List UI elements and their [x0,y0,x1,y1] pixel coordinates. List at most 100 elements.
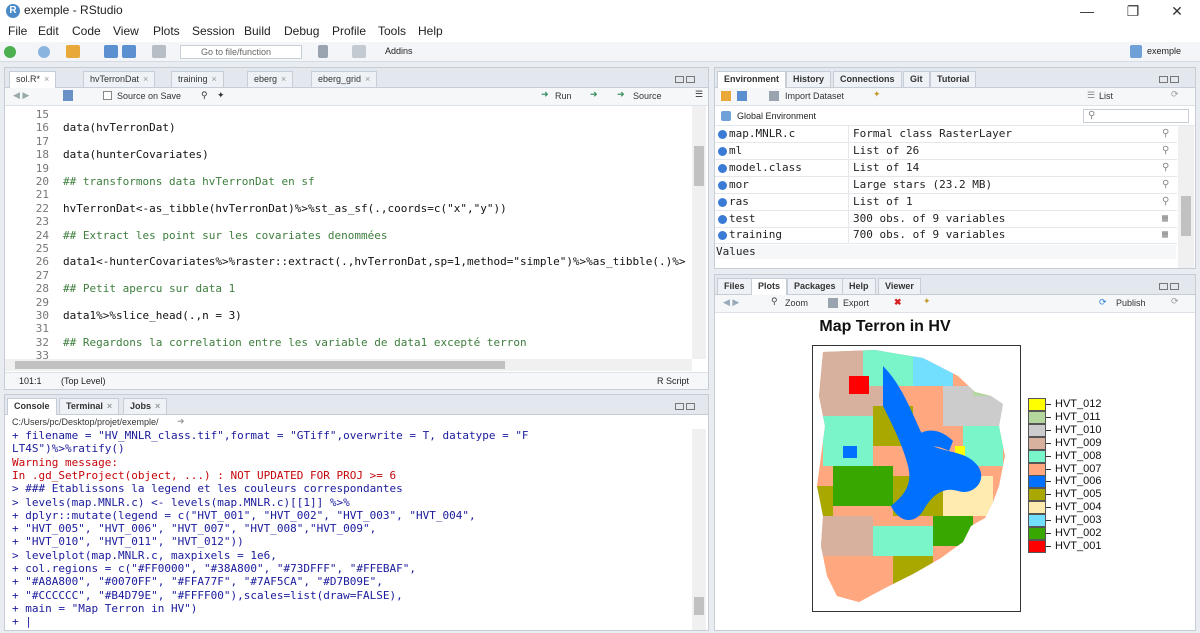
expand-icon[interactable] [718,214,727,224]
search-icon[interactable]: ⚲ [201,90,208,101]
import-dataset-button[interactable]: Import Dataset [785,91,844,101]
print-icon[interactable] [152,45,166,58]
tab-training[interactable]: training × [171,71,224,87]
tab-terminal[interactable]: Terminal × [59,398,120,414]
expand-icon[interactable] [718,130,727,139]
load-workspace-icon[interactable] [721,91,731,101]
tab-files[interactable]: Files [717,278,752,294]
tab-sol-r[interactable]: sol.R* × [9,71,57,88]
close-tab-icon[interactable]: × [107,401,112,411]
list-view-menu[interactable]: List [1099,91,1113,101]
console-path[interactable]: C:/Users/pc/Desktop/projet/exemple/ [12,417,159,427]
new-file-icon[interactable] [4,46,16,58]
code-editor[interactable]: 15 16 data(hvTerronDat) 17 18 data(hunterCova… [5,106,692,359]
tab-tutorial[interactable]: Tutorial [930,71,977,87]
source-on-save-checkbox[interactable] [103,91,112,100]
tab-packages[interactable]: Packages [787,278,843,294]
environment-row[interactable]: ml List of 26 ⚲ [715,142,1177,160]
menu-build[interactable]: Build [244,24,271,38]
save-icon[interactable] [104,45,118,58]
expand-icon[interactable] [718,180,727,190]
inspect-icon[interactable]: ⚲ [1162,179,1172,190]
environment-row[interactable]: mor Large stars (23.2 MB) ⚲ [715,176,1177,194]
environment-row[interactable]: model.class List of 14 ⚲ [715,159,1177,177]
editor-vscrollbar[interactable] [692,106,706,359]
scope-indicator[interactable]: (Top Level) [61,376,106,386]
tab-plots[interactable]: Plots [751,278,788,295]
environment-minmax[interactable] [1159,74,1181,84]
console-output[interactable]: + filename = "HV_MNLR_class.tif",format … [5,429,692,630]
outline-icon[interactable]: ☰ [695,89,703,100]
environment-search-input[interactable]: ⚲ [1083,109,1189,123]
environment-vscrollbar[interactable] [1178,126,1194,268]
inspect-icon[interactable]: ⚲ [1162,196,1172,207]
vcs-icon[interactable] [318,45,328,58]
tab-environment[interactable]: Environment [717,71,787,88]
menu-debug[interactable]: Debug [284,24,319,38]
addins-menu[interactable]: Addins [385,46,413,56]
editor-hscrollbar[interactable] [5,359,692,371]
clear-plots-icon[interactable]: ✦ [923,296,931,307]
environment-row[interactable]: training 700 obs. of 9 variables ▦ [715,227,1177,245]
close-tab-icon[interactable]: × [212,74,217,84]
tab-console[interactable]: Console [7,398,57,415]
tab-hvterrondat[interactable]: hvTerronDat × [83,71,156,87]
menu-session[interactable]: Session [192,24,235,38]
goto-dir-icon[interactable]: ➜ [177,416,185,427]
tab-help[interactable]: Help [842,278,876,294]
menu-code[interactable]: Code [72,24,101,38]
source-button[interactable]: Source [633,91,662,101]
view-table-icon[interactable]: ▦ [1162,213,1172,224]
editor-save-icon[interactable] [63,90,73,101]
refresh-icon[interactable]: ⟳ [1171,89,1179,100]
console-vscrollbar[interactable] [692,429,706,630]
project-menu[interactable]: exemple [1147,46,1181,56]
run-button[interactable]: Run [555,91,572,101]
editor-minmax[interactable] [675,74,697,84]
back-forward-icon[interactable]: ◀ ▶ [13,90,29,101]
tab-history[interactable]: History [786,71,832,87]
plot-back-forward-icon[interactable]: ◀ ▶ [723,297,739,308]
grid-layout-icon[interactable] [352,45,366,58]
close-tab-icon[interactable]: × [143,74,148,84]
inspect-icon[interactable]: ⚲ [1162,162,1172,173]
file-type-indicator[interactable]: R Script [657,376,689,386]
minimize-button[interactable]: — [1064,0,1110,22]
expand-icon[interactable] [718,197,727,207]
remove-plot-icon[interactable]: ✖ [894,297,902,308]
menu-plots[interactable]: Plots [153,24,180,38]
menu-help[interactable]: Help [418,24,443,38]
tab-jobs[interactable]: Jobs × [123,398,168,414]
menu-edit[interactable]: Edit [38,24,59,38]
environment-row[interactable]: map.MNLR.c Formal class RasterLayer ⚲ [715,126,1177,143]
close-tab-icon[interactable]: × [281,74,286,84]
environment-row[interactable]: test 300 obs. of 9 variables ▦ [715,210,1177,228]
zoom-button[interactable]: Zoom [785,298,808,308]
menu-profile[interactable]: Profile [332,24,366,38]
new-project-icon[interactable] [38,46,50,58]
broom-icon[interactable]: ✦ [873,89,881,100]
save-all-icon[interactable] [122,45,136,58]
tab-connections[interactable]: Connections [833,71,902,87]
close-tab-icon[interactable]: × [155,401,160,411]
wand-icon[interactable]: ✦ [217,90,225,101]
expand-icon[interactable] [718,231,727,241]
goto-file-input[interactable]: Go to file/function [180,45,302,59]
close-tab-icon[interactable]: × [44,74,49,84]
environment-row[interactable]: ras List of 1 ⚲ [715,193,1177,211]
publish-button[interactable]: Publish [1116,298,1146,308]
menu-view[interactable]: View [113,24,139,38]
tab-viewer[interactable]: Viewer [878,278,921,294]
maximize-button[interactable]: ❐ [1110,0,1156,22]
view-table-icon[interactable]: ▦ [1162,230,1172,240]
save-workspace-icon[interactable] [737,91,747,101]
close-button[interactable]: ✕ [1154,0,1200,22]
expand-icon[interactable] [718,163,727,173]
export-menu[interactable]: Export [843,298,869,308]
menu-file[interactable]: File [8,24,27,38]
global-environment-menu[interactable]: Global Environment [737,111,816,121]
rerun-icon[interactable]: ➜ [590,89,598,100]
menu-tools[interactable]: Tools [378,24,406,38]
inspect-icon[interactable]: ⚲ [1162,145,1172,156]
open-file-icon[interactable] [66,45,80,58]
